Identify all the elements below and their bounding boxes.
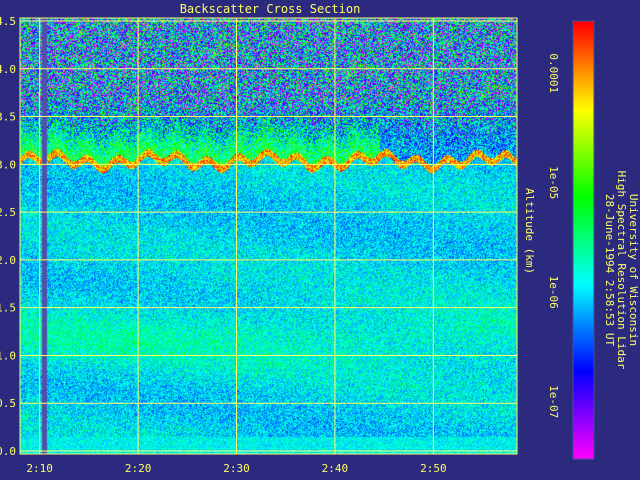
y-tick-label: 4.5	[0, 15, 16, 28]
y-tick-label: 2.5	[0, 206, 16, 219]
colorbar-step	[573, 21, 594, 25]
colorbar	[572, 20, 595, 460]
x-tick-label: 2:20	[125, 462, 152, 475]
colorbar-tick-label: 1e-05	[547, 166, 560, 199]
caption: University of Wisconsin High Spectral Re…	[603, 171, 640, 370]
y-tick-label: 4.0	[0, 63, 16, 76]
y-tick-label: 0.0	[0, 445, 16, 458]
y-tick-label: 3.5	[0, 111, 16, 124]
colorbar-tick-label: 1e-06	[547, 276, 560, 309]
x-tick-label: 2:30	[223, 462, 250, 475]
colorbar-tick-label: 0.0001	[547, 53, 560, 93]
colorbar-tick-label: 1e-07	[547, 385, 560, 418]
x-tick-label: 2:40	[322, 462, 349, 475]
y-axis-label: Altitude (km)	[523, 188, 536, 274]
y-tick-label: 1.5	[0, 302, 16, 315]
y-tick-label: 0.5	[0, 397, 16, 410]
y-tick-labels: 0.0 0.5 1.0 1.5 2.0 2.5 3.0 3.5 4.0 4.5	[0, 15, 16, 458]
x-tick-label: 2:10	[26, 462, 53, 475]
lidar-chart: Backscatter Cross Section 0.0 0.5 1.0 1.5 2.…	[0, 2, 640, 475]
caption-line-3: 28-June-1994 2:58:53 UT	[603, 194, 616, 347]
y-tick-label: 3.0	[0, 158, 16, 171]
y-tick-label: 2.0	[0, 254, 16, 267]
colorbar-tick-labels: 0.0001 1e-05 1e-06 1e-07	[547, 53, 560, 418]
x-tick-labels: 2:10 2:20 2:30 2:40 2:50	[26, 462, 446, 475]
backscatter-field	[20, 18, 517, 454]
plot-area	[20, 18, 517, 454]
y-tick-label: 1.0	[0, 349, 16, 362]
x-tick-label: 2:50	[420, 462, 447, 475]
chart-title: Backscatter Cross Section	[180, 2, 361, 16]
